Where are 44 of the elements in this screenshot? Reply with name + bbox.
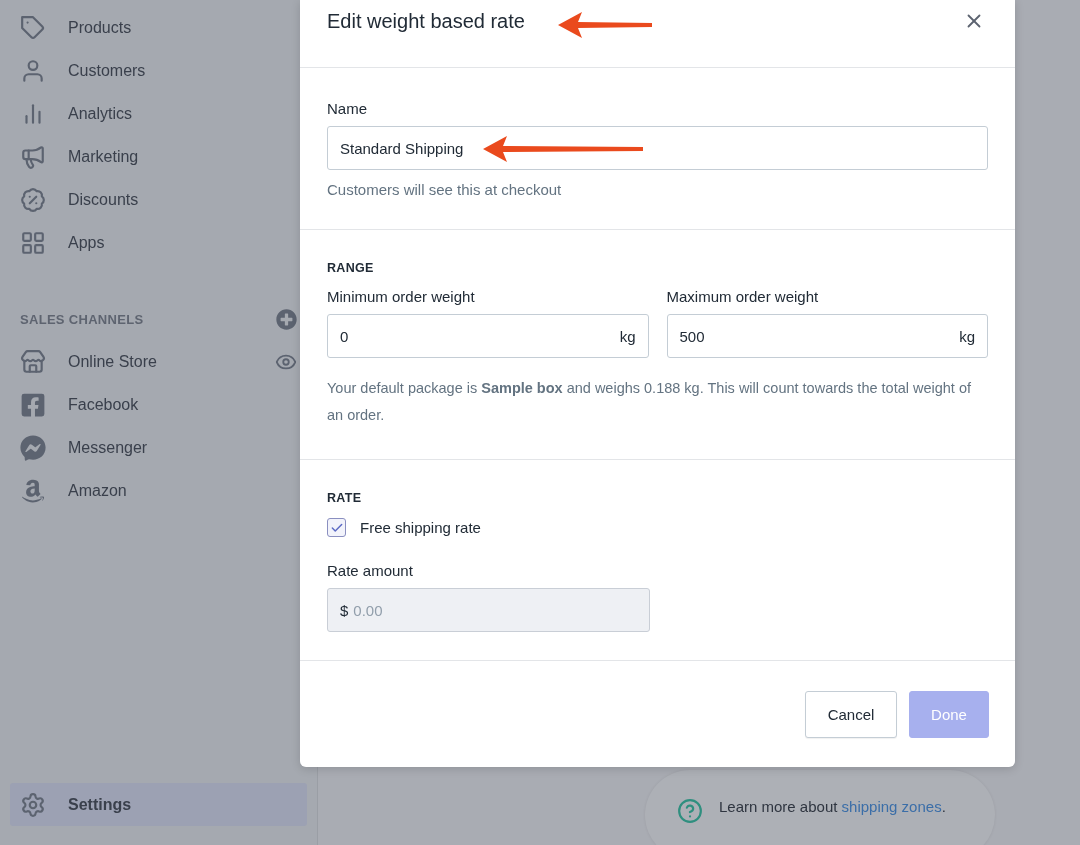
help-icon (677, 798, 703, 824)
section-heading: RANGE (327, 261, 375, 275)
field-label: Name (327, 100, 368, 117)
apps-icon (20, 229, 46, 256)
nav-link[interactable]: Amazon (10, 469, 137, 512)
text-input[interactable]: 500 (679, 327, 960, 345)
nav-link[interactable]: Analytics (10, 92, 307, 135)
weight-field[interactable]: 0 kg (327, 314, 649, 358)
modal-title: Edit weight based rate (327, 10, 525, 33)
facebook-icon (20, 391, 46, 418)
tag-icon (20, 14, 46, 41)
nav-link[interactable]: Customers (10, 49, 307, 92)
weight-field[interactable]: 500 kg (666, 314, 988, 358)
field-label: Minimum order weight (327, 288, 476, 305)
help-text: Learn more about shipping zones. (719, 798, 946, 815)
settings-icon (20, 791, 46, 818)
nav-link[interactable]: Marketing (10, 135, 307, 178)
megaphone-icon (20, 143, 46, 170)
section-title: SALES CHANNELS (20, 311, 144, 327)
text-input[interactable]: 0 (340, 327, 620, 345)
nav-link[interactable]: Discounts (10, 178, 307, 221)
messenger-icon (20, 434, 46, 461)
name-field[interactable]: Standard Shipping (327, 126, 988, 170)
nav-link[interactable]: Online Store (10, 340, 167, 383)
checkbox-label: Free shipping rate (360, 519, 481, 536)
nav-link[interactable]: Facebook (10, 383, 149, 426)
amazon-icon (20, 477, 46, 504)
nav-link[interactable]: Messenger (10, 426, 158, 469)
field-label: Rate amount (327, 562, 414, 579)
help-text: Customers will see this at checkout (327, 181, 563, 198)
nav-link[interactable]: Apps (10, 221, 307, 264)
add-icon[interactable] (276, 308, 297, 330)
package-note: Your default package is Sample box and weighs 0.188 kg. This will count towards the total weight of an order. (327, 379, 973, 425)
checkbox[interactable] (327, 518, 346, 537)
nav-link[interactable]: Settings (10, 783, 307, 826)
text-input[interactable]: Standard Shipping (340, 139, 975, 157)
person-icon (20, 57, 46, 84)
field-label: Maximum order weight (666, 288, 820, 305)
section-heading: RATE (327, 491, 363, 505)
link[interactable]: shipping zones (841, 798, 942, 815)
cancel-button[interactable]: Cancel (805, 690, 897, 738)
discount-icon (20, 186, 46, 213)
store-icon (20, 348, 46, 375)
nav-link[interactable]: Products (10, 6, 307, 49)
